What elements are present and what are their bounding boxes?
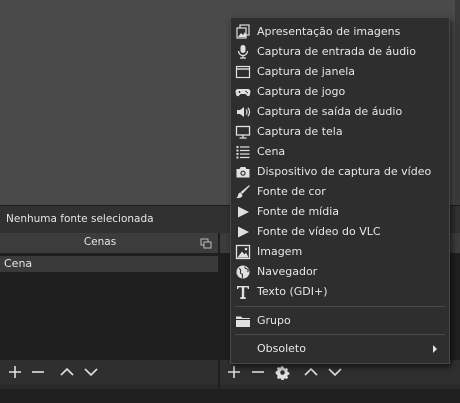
- menu-item-label: Apresentação de imagens: [257, 25, 401, 38]
- menu-item-game-capture[interactable]: Captura de jogo: [231, 82, 449, 102]
- menu-item-label: Fonte de cor: [257, 185, 326, 198]
- plus-icon: [9, 366, 21, 378]
- image-icon: [235, 244, 251, 260]
- remove-source-button[interactable]: [248, 362, 268, 382]
- menu-item-label: Texto (GDI+): [257, 285, 328, 298]
- menu-item-group[interactable]: Grupo: [231, 311, 449, 331]
- globe-icon: [236, 265, 250, 279]
- menu-item-label: Fonte de mídia: [257, 205, 340, 218]
- move-scene-up-button[interactable]: [57, 362, 77, 382]
- menu-item-audio-output-capture[interactable]: Captura de saída de áudio: [231, 102, 449, 122]
- move-source-down-button[interactable]: [325, 362, 345, 382]
- scenes-header: Cenas: [0, 233, 218, 254]
- menu-item-label: Imagem: [257, 245, 303, 258]
- menu-item-label: Captura de jogo: [257, 85, 346, 98]
- minus-icon: [32, 371, 44, 373]
- menu-item-image[interactable]: Imagem: [231, 242, 449, 262]
- undock-icon[interactable]: [200, 237, 212, 249]
- menu-item-audio-input-capture[interactable]: Captura de entrada de áudio: [231, 42, 449, 62]
- camera-icon: [236, 167, 250, 178]
- scenes-title: Cenas: [83, 236, 117, 248]
- scenes-list[interactable]: Cena: [0, 254, 218, 360]
- add-source-button[interactable]: [224, 362, 244, 382]
- menu-item-label: Obsoleto: [257, 342, 306, 355]
- menu-separator: [235, 306, 445, 307]
- add-source-menu: Apresentação de imagens Captura de entra…: [230, 17, 450, 364]
- play-icon: [238, 206, 249, 218]
- chevron-down-icon: [84, 368, 98, 377]
- window-icon: [235, 65, 251, 79]
- menu-item-label: Captura de tela: [257, 125, 343, 138]
- microphone-icon: [237, 45, 249, 59]
- menu-item-label: Grupo: [257, 314, 291, 327]
- plus-icon: [228, 366, 240, 378]
- menu-item-scene[interactable]: Cena: [231, 142, 449, 162]
- menu-item-media-source[interactable]: Fonte de mídia: [231, 202, 449, 222]
- bottom-strip: [0, 389, 460, 403]
- menu-item-slideshow[interactable]: Apresentação de imagens: [231, 22, 449, 42]
- add-scene-button[interactable]: [5, 362, 25, 382]
- menu-item-browser[interactable]: Navegador: [231, 262, 449, 282]
- menu-separator: [235, 334, 445, 335]
- chevron-up-icon: [60, 367, 74, 376]
- menu-item-video-capture-device[interactable]: Dispositivo de captura de vídeo: [231, 162, 449, 182]
- remove-scene-button[interactable]: [28, 362, 48, 382]
- folder-icon: [236, 316, 250, 327]
- status-text: Nenhuma fonte selecionada: [6, 213, 154, 225]
- menu-item-text-gdi[interactable]: Texto (GDI+): [231, 282, 449, 302]
- chevron-up-icon: [304, 367, 318, 376]
- menu-item-label: Fonte de vídeo do VLC: [257, 225, 381, 238]
- source-properties-button[interactable]: [272, 362, 292, 382]
- menu-item-deprecated[interactable]: Obsoleto: [231, 339, 449, 359]
- scenes-dock: Cenas Cena: [0, 233, 220, 389]
- menu-item-label: Dispositivo de captura de vídeo: [257, 165, 432, 178]
- slideshow-icon: [236, 24, 250, 39]
- text-icon: [237, 286, 249, 299]
- chevron-down-icon: [328, 368, 342, 377]
- gear-icon: [275, 365, 289, 380]
- monitor-icon: [235, 125, 251, 139]
- menu-item-label: Captura de saída de áudio: [257, 105, 403, 118]
- menu-item-display-capture[interactable]: Captura de tela: [231, 122, 449, 142]
- menu-item-window-capture[interactable]: Captura de janela: [231, 62, 449, 82]
- menu-item-label: Cena: [257, 145, 286, 158]
- gamepad-icon: [235, 89, 251, 97]
- scenes-toolbar: [0, 360, 218, 384]
- move-scene-down-button[interactable]: [81, 362, 101, 382]
- speaker-icon: [237, 107, 251, 117]
- menu-item-color-source[interactable]: Fonte de cor: [231, 182, 449, 202]
- scene-item[interactable]: Cena: [0, 256, 218, 272]
- list-icon: [236, 146, 250, 159]
- minus-icon: [252, 371, 264, 373]
- menu-item-label: Captura de janela: [257, 65, 356, 78]
- chevron-right-icon: [433, 345, 437, 353]
- move-source-up-button[interactable]: [301, 362, 321, 382]
- scene-item-label: Cena: [4, 257, 33, 270]
- menu-item-label: Navegador: [257, 265, 318, 278]
- menu-item-label: Captura de entrada de áudio: [257, 45, 416, 58]
- preview-edge: [455, 0, 460, 205]
- menu-item-vlc-video-source[interactable]: Fonte de vídeo do VLC: [231, 222, 449, 242]
- play-icon: [238, 226, 249, 238]
- brush-icon: [236, 185, 250, 199]
